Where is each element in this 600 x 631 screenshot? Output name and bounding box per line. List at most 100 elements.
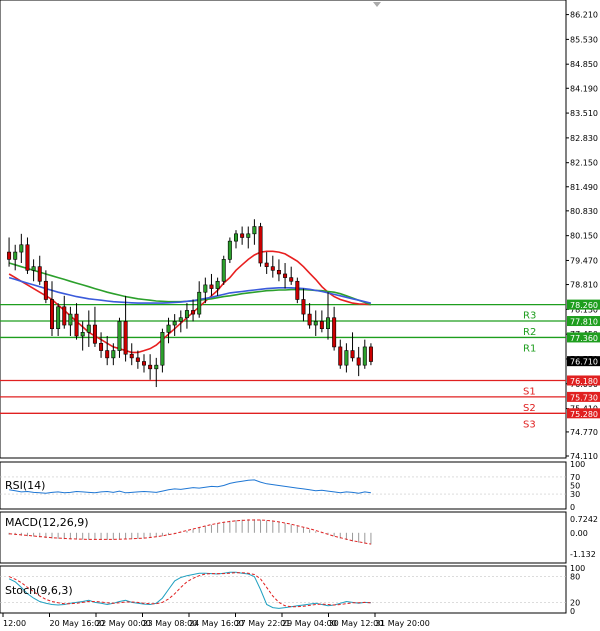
candle-down: [301, 299, 306, 315]
candle-down: [283, 273, 288, 278]
candle-down: [270, 266, 275, 271]
candle-down: [240, 233, 245, 238]
candle-up: [234, 233, 238, 242]
candle-up: [56, 306, 61, 329]
candle-up: [313, 321, 318, 326]
y-tick-label: 83.510: [570, 109, 598, 118]
candle-up: [184, 310, 189, 319]
current-price-label: 76.710: [570, 358, 598, 367]
y-tick-label: 81.490: [570, 183, 598, 192]
candle-down: [50, 299, 54, 329]
candle-up: [68, 313, 73, 326]
candle-down: [209, 284, 214, 289]
candle-down: [332, 317, 337, 348]
candle-down: [92, 324, 97, 344]
main-price-panel: [0, 0, 567, 459]
rsi-y-tick-label: 100: [570, 460, 585, 469]
candle-up: [13, 251, 18, 260]
y-tick-label: 84.850: [570, 60, 598, 69]
candle-down: [258, 226, 263, 264]
candle-down: [289, 277, 294, 282]
macd-y-tick-label: 0.7242: [570, 515, 598, 524]
candle-up: [246, 233, 251, 238]
candle-down: [43, 280, 48, 300]
candle-down: [276, 270, 281, 275]
candle-down: [135, 357, 140, 362]
candle-up: [227, 240, 232, 260]
y-tick-label: 78.810: [570, 281, 598, 290]
candle-down: [129, 353, 134, 359]
candle-down: [350, 350, 355, 359]
candle-up: [19, 244, 24, 253]
macd-y-tick-label: 0.00: [570, 529, 588, 538]
level-price-label: 76.180: [570, 377, 598, 386]
candle-up: [362, 346, 367, 366]
candle-down: [307, 313, 312, 326]
candle-down: [62, 306, 67, 326]
candle-down: [295, 280, 300, 300]
candle-down: [37, 266, 42, 282]
level-price-label: 77.810: [570, 318, 598, 327]
candle-down: [319, 321, 324, 329]
y-tick-label: 84.190: [570, 84, 598, 93]
candle-down: [264, 262, 269, 267]
rsi-y-tick-label: 30: [570, 490, 580, 499]
candle-down: [25, 244, 30, 271]
candle-up: [197, 291, 202, 315]
candle-up: [160, 332, 165, 366]
candle-up: [252, 226, 257, 235]
candle-down: [74, 313, 79, 337]
candle-up: [178, 317, 183, 322]
level-name-s3: S3: [523, 419, 536, 430]
rsi-panel: [0, 461, 567, 510]
level-price-label: 77.360: [570, 334, 598, 343]
level-name-s2: S2: [523, 403, 536, 414]
candle-up: [221, 259, 226, 282]
candle-down: [105, 350, 110, 359]
y-tick-label: 80.830: [570, 207, 598, 216]
x-axis: 12:00 20 May 16:0022 May 00:0023 May 08:0…: [2, 613, 430, 628]
level-name-s1: S1: [523, 386, 536, 397]
y-tick-label: 82.150: [570, 159, 598, 168]
candle-up: [215, 280, 220, 289]
y-tick-label: 82.830: [570, 134, 598, 143]
candle-down: [356, 357, 361, 366]
candle-down: [99, 342, 104, 351]
level-name-r3: R3: [523, 311, 536, 322]
forex-chart: 86.210 85.530 84.850 84.190 83.510 82.830 82.1…: [0, 0, 600, 628]
current-price: 76.710: [567, 356, 600, 367]
y-tick-label: 85.530: [570, 35, 598, 44]
candle-up: [166, 324, 171, 333]
candle-down: [368, 346, 373, 362]
rsi-y-tick-label: 0: [570, 503, 575, 512]
level-price-label: 75.280: [570, 410, 598, 419]
candle-up: [344, 350, 349, 366]
stoch-panel: [0, 565, 567, 614]
candle-up: [86, 324, 91, 333]
candle-down: [7, 251, 12, 260]
rsi-title: RSI(14): [5, 479, 45, 492]
candle-down: [148, 364, 153, 370]
candle-up: [172, 321, 177, 326]
level-price-label: 78.260: [570, 301, 598, 310]
x-tick-label: 31 May 20:00: [375, 619, 430, 628]
stoch-title: Stoch(9,6,3): [5, 584, 73, 597]
macd-y-tick-label: -1.132: [570, 550, 596, 559]
stoch-y-tick-label: 80: [570, 573, 580, 582]
candle-up: [326, 317, 330, 329]
candle-down: [123, 321, 128, 355]
y-tick-label: 79.470: [570, 256, 598, 265]
level-price-label: 75.730: [570, 393, 598, 402]
candle-down: [338, 346, 343, 366]
candle-up: [111, 350, 116, 359]
macd-title: MACD(12,26,9): [5, 516, 89, 529]
x-tick-label: 12:00: [3, 619, 26, 628]
y-tick-label: 86.210: [570, 11, 598, 20]
candle-up: [154, 364, 159, 370]
candle-up: [31, 266, 36, 271]
candle-down: [142, 361, 146, 366]
stoch-y-tick-label: 0: [570, 607, 575, 616]
candle-up: [203, 284, 208, 293]
candle-up: [117, 321, 122, 351]
candle-up: [80, 332, 85, 337]
